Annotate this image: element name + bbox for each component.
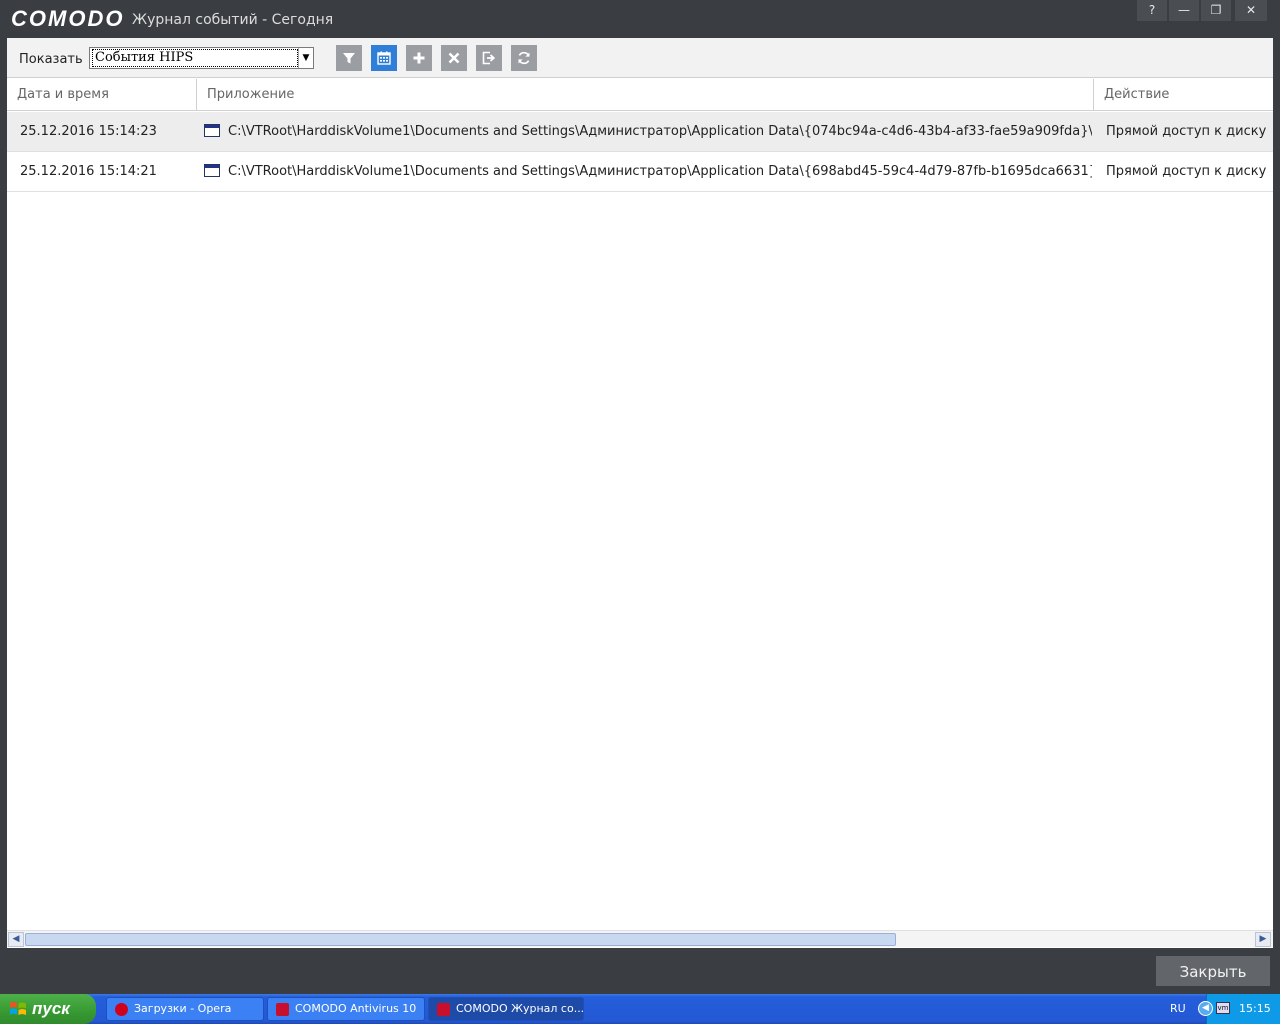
start-label: пуск: [32, 999, 70, 1018]
taskbar-item-comodo-log[interactable]: COMODO Журнал со...: [428, 997, 584, 1021]
taskbar-item-label: COMODO Журнал со...: [456, 1002, 584, 1015]
calendar-button[interactable]: [371, 45, 397, 71]
taskbar-item-label: COMODO Antivirus 10: [295, 1002, 417, 1015]
delete-icon: [448, 52, 460, 64]
row-application: C:\VTRoot\HarddiskVolume1\Documents and …: [204, 152, 1092, 192]
taskbar-item-comodo-antivirus[interactable]: COMODO Antivirus 10: [267, 997, 425, 1021]
horizontal-scrollbar[interactable]: ◀ ▶: [7, 930, 1273, 947]
application-window-icon: [204, 123, 220, 137]
maximize-button[interactable]: ❐: [1201, 0, 1231, 21]
clock: 15:15: [1239, 1002, 1271, 1015]
dropdown-arrow-icon[interactable]: ▼: [298, 48, 313, 68]
filter-icon: [343, 53, 355, 64]
taskbar: пуск Загрузки - Opera COMODO Antivirus 1…: [0, 994, 1280, 1024]
add-button[interactable]: [406, 45, 432, 71]
event-type-select[interactable]: События HIPS ▼: [89, 47, 314, 69]
export-icon: [482, 51, 496, 65]
windows-flag-icon: [10, 1002, 26, 1015]
language-indicator[interactable]: RU: [1170, 994, 1186, 1024]
calendar-icon: [377, 51, 391, 65]
table-row[interactable]: 25.12.2016 15:14:21 C:\VTRoot\HarddiskVo…: [7, 152, 1273, 192]
vm-tray-icon[interactable]: vm: [1216, 1002, 1230, 1014]
taskbar-item-label: Загрузки - Opera: [134, 1002, 232, 1015]
filter-button[interactable]: [336, 45, 362, 71]
event-log-panel: Показать События HIPS ▼ Дата и время При…: [7, 38, 1273, 948]
window-title: Журнал событий - Сегодня: [132, 12, 334, 28]
toolbar: Показать События HIPS ▼: [7, 38, 1273, 78]
comodo-icon: [276, 1003, 289, 1016]
export-button[interactable]: [476, 45, 502, 71]
application-window-icon: [204, 163, 220, 177]
minimize-button[interactable]: —: [1169, 0, 1199, 21]
scroll-right-icon[interactable]: ▶: [1255, 932, 1271, 947]
row-action: Прямой доступ к диску: [1106, 164, 1267, 179]
scrollbar-thumb[interactable]: [25, 933, 896, 946]
column-header-application[interactable]: Приложение: [197, 79, 1094, 111]
help-button[interactable]: ?: [1137, 0, 1167, 21]
refresh-icon: [518, 51, 530, 65]
comodo-icon: [437, 1003, 450, 1016]
start-button[interactable]: пуск: [0, 994, 96, 1024]
column-header-action[interactable]: Действие: [1094, 79, 1273, 111]
row-datetime: 25.12.2016 15:14:23: [20, 124, 157, 139]
add-icon: [413, 52, 425, 64]
row-application-path: C:\VTRoot\HarddiskVolume1\Documents and …: [228, 164, 1092, 179]
row-action: Прямой доступ к диску: [1106, 124, 1267, 139]
table-row[interactable]: 25.12.2016 15:14:23 C:\VTRoot\HarddiskVo…: [7, 112, 1273, 152]
taskbar-item-opera[interactable]: Загрузки - Opera: [106, 997, 264, 1021]
delete-button[interactable]: [441, 45, 467, 71]
close-window-button[interactable]: ✕: [1235, 0, 1267, 21]
title-bar: COMODO Журнал событий - Сегодня ? — ❐ ✕: [0, 0, 1280, 38]
refresh-button[interactable]: [511, 45, 537, 71]
table-header: Дата и время Приложение Действие: [7, 79, 1273, 111]
tray-expand-icon[interactable]: ◀: [1198, 1001, 1213, 1016]
close-button[interactable]: Закрыть: [1156, 956, 1270, 986]
row-application: C:\VTRoot\HarddiskVolume1\Documents and …: [204, 112, 1092, 152]
row-application-path: C:\VTRoot\HarddiskVolume1\Documents and …: [228, 124, 1092, 139]
scroll-left-icon[interactable]: ◀: [8, 932, 24, 947]
event-type-select-value: События HIPS: [92, 49, 298, 67]
show-label: Показать: [19, 52, 83, 67]
comodo-logo: COMODO: [11, 6, 125, 31]
row-datetime: 25.12.2016 15:14:21: [20, 164, 157, 179]
opera-icon: [115, 1003, 128, 1016]
column-header-datetime[interactable]: Дата и время: [7, 79, 197, 111]
